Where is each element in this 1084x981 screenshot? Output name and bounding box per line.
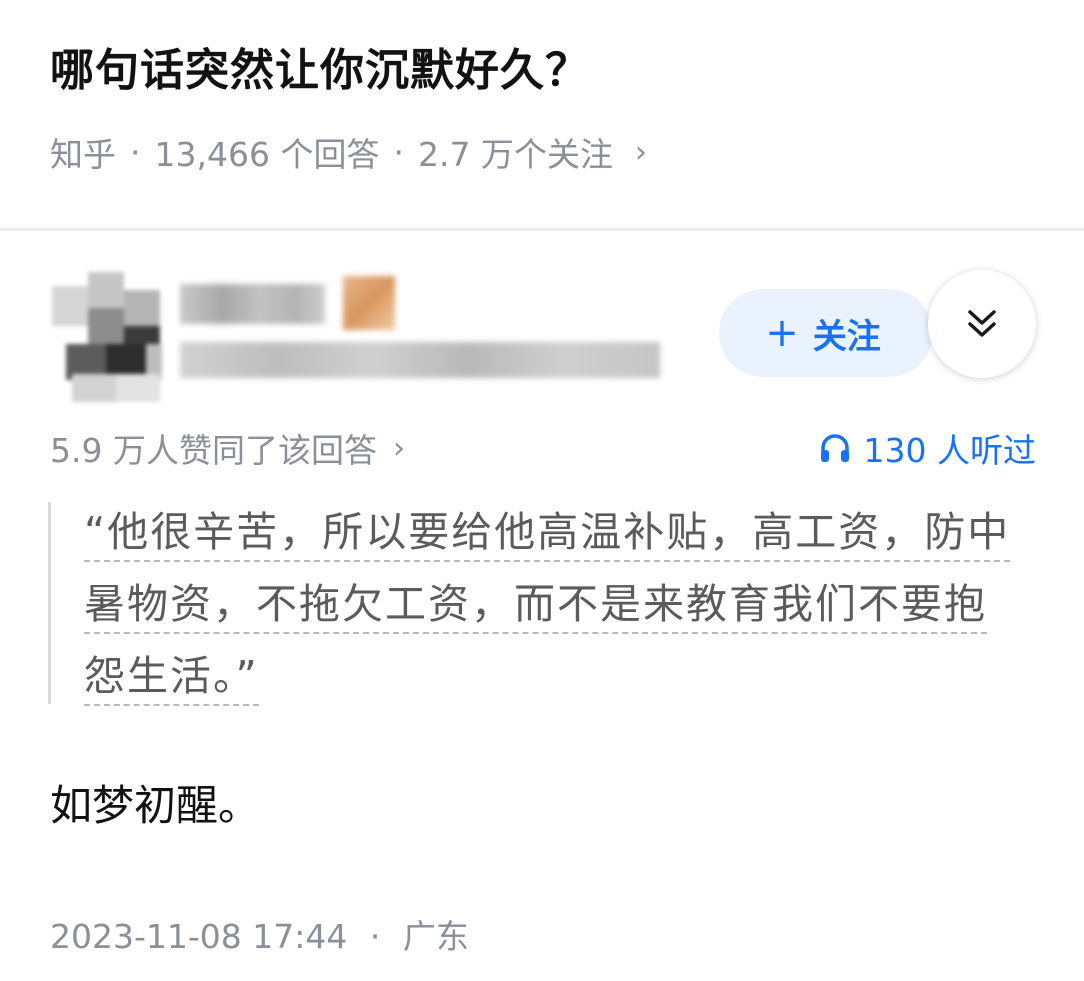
listen-button[interactable]: 130 人听过 [818, 424, 1036, 472]
question-title[interactable]: 哪句话突然让你沉默好久？ [50, 34, 590, 98]
avatar[interactable] [52, 272, 162, 402]
source-label: 知乎 [50, 135, 116, 174]
divider [0, 228, 1084, 231]
headphones-icon [820, 434, 849, 462]
endorsement-count: 5.9 万人赞同了该回答 [50, 431, 377, 470]
quote-bar [48, 502, 51, 704]
answer-body: 如梦初醒。 [50, 781, 261, 830]
double-chevron-down-icon [968, 310, 996, 337]
plus-icon: + [765, 310, 799, 356]
meta-separator: · [393, 132, 404, 172]
follow-label: 关注 [812, 316, 881, 357]
answer-timestamp: 2023-11-08 17:44 · 广东 [50, 910, 469, 958]
answer-date: 2023-11-08 17:44 [50, 917, 348, 956]
author-bio [180, 342, 660, 378]
author-badge [343, 276, 395, 330]
collapse-button[interactable] [928, 270, 1036, 378]
meta-separator: · [130, 132, 141, 172]
listen-count: 130 人听过 [863, 431, 1036, 470]
chevron-right-icon: › [634, 134, 647, 170]
author-name[interactable] [180, 284, 325, 324]
chevron-right-icon: › [392, 430, 405, 466]
quote-text[interactable]: “他很辛苦，所以要给他高温补贴，高工资，防中暑物资，不拖欠工资，而不是来教育我们… [84, 496, 1024, 712]
follower-count: 2.7 万个关注 [417, 135, 613, 174]
answer-location: 广东 [402, 917, 469, 956]
follow-button[interactable]: + 关注 [719, 289, 933, 377]
meta-separator: · [369, 917, 381, 956]
question-meta[interactable]: 知乎 · 13,466 个回答 · 2.7 万个关注 › [50, 128, 647, 176]
endorsement-link[interactable]: 5.9 万人赞同了该回答 › [50, 424, 405, 472]
answer-count: 13,466 个回答 [154, 135, 380, 174]
quote-content: “他很辛苦，所以要给他高温补贴，高工资，防中暑物资，不拖欠工资，而不是来教育我们… [84, 508, 1011, 706]
